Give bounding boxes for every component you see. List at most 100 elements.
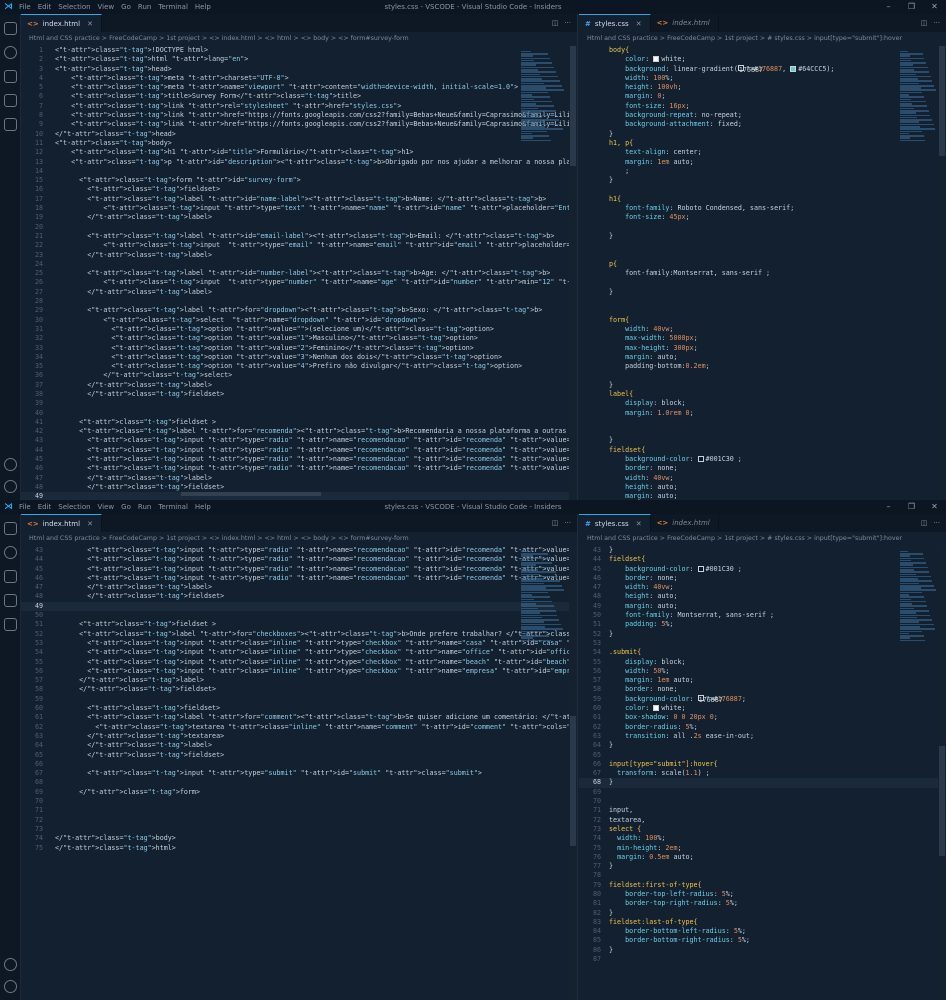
code-line[interactable]: 67 <"t-attr">class="t-tag">input "t-attr…: [21, 769, 577, 778]
code-line[interactable]: 73: [21, 825, 577, 834]
code-line[interactable]: h1, p{: [579, 139, 946, 148]
code-line[interactable]: color: white;: [579, 55, 946, 64]
code-line[interactable]: max-width: 5000px;: [579, 334, 946, 343]
code-line[interactable]: 1 <"t-attr">class="t-tag">!DOCTYPE html>: [21, 46, 577, 55]
code-line[interactable]: 22 <"t-attr">class="t-tag">input "t-attr…: [21, 241, 577, 250]
code-line[interactable]: 12 <"t-attr">class="t-tag">h1 "t-attr">i…: [21, 148, 577, 157]
code-line[interactable]: 18 <"t-attr">class="t-tag">input "t-attr…: [21, 204, 577, 213]
extensions-icon[interactable]: [4, 118, 17, 131]
menu-terminal[interactable]: Terminal: [158, 500, 188, 514]
code-line[interactable]: height: 100vh;: [579, 83, 946, 92]
code-line[interactable]: margin: 1.0rem 0;: [579, 409, 946, 418]
code-line[interactable]: 39: [21, 399, 577, 408]
code-line[interactable]: width: 40vw;: [579, 474, 946, 483]
minimap[interactable]: [521, 550, 569, 642]
split-editor-icon[interactable]: ◫: [552, 14, 559, 32]
close-tab-icon[interactable]: ✕: [636, 15, 642, 33]
code-line[interactable]: 69: [579, 788, 946, 797]
breadcrumb[interactable]: Html and CSS practice > FreeCodeCamp > 1…: [579, 32, 946, 46]
tab-styles-css[interactable]: # styles.css ✕: [579, 14, 651, 32]
breadcrumb[interactable]: Html and CSS practice > FreeCodeCamp > 1…: [21, 532, 577, 546]
code-line[interactable]: 32 <"t-attr">class="t-tag">option "t-att…: [21, 334, 577, 343]
code-line[interactable]: max-height: 300px;: [579, 344, 946, 353]
code-line[interactable]: 64 </"t-attr">class="t-tag">label>: [21, 741, 577, 750]
tab-index-html[interactable]: <> index.html: [651, 14, 719, 32]
code-line[interactable]: 15 <"t-attr">class="t-tag">form "t-attr"…: [21, 176, 577, 185]
code-line[interactable]: [579, 278, 946, 287]
code-line[interactable]: 14: [21, 167, 577, 176]
code-line[interactable]: 51 padding: 5%;: [579, 620, 946, 629]
menu-view[interactable]: View: [98, 500, 115, 514]
minimize-button[interactable]: –: [877, 0, 900, 14]
menu-run[interactable]: Run: [138, 500, 151, 514]
code-line[interactable]: 59: [21, 695, 577, 704]
menu-selection[interactable]: Selection: [58, 0, 90, 14]
vertical-scrollbar[interactable]: [938, 546, 946, 1000]
code-line[interactable]: 56 width: 50%;: [579, 667, 946, 676]
code-line[interactable]: 75 </"t-attr">class="t-tag">html>: [21, 844, 577, 853]
menu-selection[interactable]: Selection: [58, 500, 90, 514]
minimize-button[interactable]: –: [877, 500, 900, 514]
code-line[interactable]: 48 height: auto;: [579, 592, 946, 601]
code-line[interactable]: 44 <"t-attr">class="t-tag">input "t-attr…: [21, 555, 577, 564]
split-editor-icon[interactable]: ◫: [552, 514, 559, 532]
code-line[interactable]: 46 <"t-attr">class="t-tag">input "t-attr…: [21, 464, 577, 473]
code-line[interactable]: 10 </"t-attr">class="t-tag">head>: [21, 130, 577, 139]
code-line[interactable]: 66: [21, 760, 577, 769]
menu-go[interactable]: Go: [121, 500, 131, 514]
code-line[interactable]: 70: [579, 797, 946, 806]
code-line[interactable]: [579, 371, 946, 380]
menu-go[interactable]: Go: [121, 0, 131, 14]
code-line[interactable]: 47 </"t-attr">class="t-tag">label>: [21, 474, 577, 483]
split-editor-icon[interactable]: ◫: [921, 14, 928, 32]
code-line[interactable]: background-repeat: no-repeat;: [579, 111, 946, 120]
code-line[interactable]: 53: [579, 639, 946, 648]
code-line[interactable]: 35 <"t-attr">class="t-tag">option "t-att…: [21, 362, 577, 371]
maximize-button[interactable]: ❐: [900, 0, 923, 14]
code-line[interactable]: 13 <"t-attr">class="t-tag">p "t-attr">id…: [21, 158, 577, 167]
code-line[interactable]: 65: [579, 751, 946, 760]
code-line[interactable]: 26 <"t-attr">class="t-tag">input "t-attr…: [21, 278, 577, 287]
code-line[interactable]: 74 </"t-attr">class="t-tag">body>: [21, 834, 577, 843]
code-editor[interactable]: 43 <"t-attr">class="t-tag">input "t-attr…: [21, 546, 577, 1000]
code-line[interactable]: 46 <"t-attr">class="t-tag">input "t-attr…: [21, 574, 577, 583]
code-line[interactable]: 41 <"t-attr">class="t-tag">fieldset >: [21, 418, 577, 427]
code-line[interactable]: 50: [21, 611, 577, 620]
code-line[interactable]: 47 width: 40vw;: [579, 583, 946, 592]
code-line[interactable]: 40: [21, 409, 577, 418]
run-debug-icon[interactable]: [4, 594, 17, 607]
close-window-button[interactable]: ✕: [923, 0, 946, 14]
code-line[interactable]: 55 display: block;: [579, 658, 946, 667]
code-line[interactable]: 53 <"t-attr">class="t-tag">input "t-attr…: [21, 639, 577, 648]
code-line[interactable]: 43}: [579, 546, 946, 555]
close-window-button[interactable]: ✕: [923, 500, 946, 514]
code-line[interactable]: 16 <"t-attr">class="t-tag">fieldset>: [21, 185, 577, 194]
code-line[interactable]: 44 fieldset{: [579, 555, 946, 564]
more-actions-icon[interactable]: ···: [933, 14, 940, 32]
code-line[interactable]: 77}: [579, 862, 946, 871]
code-line[interactable]: display: block;: [579, 399, 946, 408]
code-line[interactable]: text-align: center;: [579, 148, 946, 157]
code-line[interactable]: 66 input[type="submit"]:hover{: [579, 760, 946, 769]
menu-view[interactable]: View: [98, 0, 115, 14]
code-line[interactable]: 29 <"t-attr">class="t-tag">label "t-attr…: [21, 306, 577, 315]
code-line[interactable]: 56 <"t-attr">class="t-tag">input "t-attr…: [21, 667, 577, 676]
code-line[interactable]: 11 <"t-attr">class="t-tag">body>: [21, 139, 577, 148]
code-line[interactable]: label{: [579, 390, 946, 399]
code-line[interactable]: 80 border-top-left-radius: 5%;: [579, 890, 946, 899]
code-line[interactable]: 63 </"t-attr">class="t-tag">textarea>: [21, 732, 577, 741]
code-line[interactable]: 81 border-top-right-radius: 5%;: [579, 899, 946, 908]
code-line[interactable]: 5 <"t-attr">class="t-tag">meta "t-attr">…: [21, 83, 577, 92]
code-line[interactable]: 45 background-color: #001C30 ;: [579, 565, 946, 574]
menu-terminal[interactable]: Terminal: [158, 0, 188, 14]
code-line[interactable]: 28: [21, 297, 577, 306]
code-line[interactable]: font-family:Montserrat, sans-serif ;: [579, 269, 946, 278]
code-line[interactable]: 33 <"t-attr">class="t-tag">option "t-att…: [21, 344, 577, 353]
code-line[interactable]: 62 border-radius: 5%;: [579, 723, 946, 732]
more-actions-icon[interactable]: ···: [933, 514, 940, 532]
code-line[interactable]: 69 </"t-attr">class="t-tag">form>: [21, 788, 577, 797]
code-line[interactable]: width: 100%;: [579, 74, 946, 83]
code-line[interactable]: }: [579, 232, 946, 241]
code-line[interactable]: 45 <"t-attr">class="t-tag">input "t-attr…: [21, 565, 577, 574]
search-icon[interactable]: [4, 546, 17, 559]
